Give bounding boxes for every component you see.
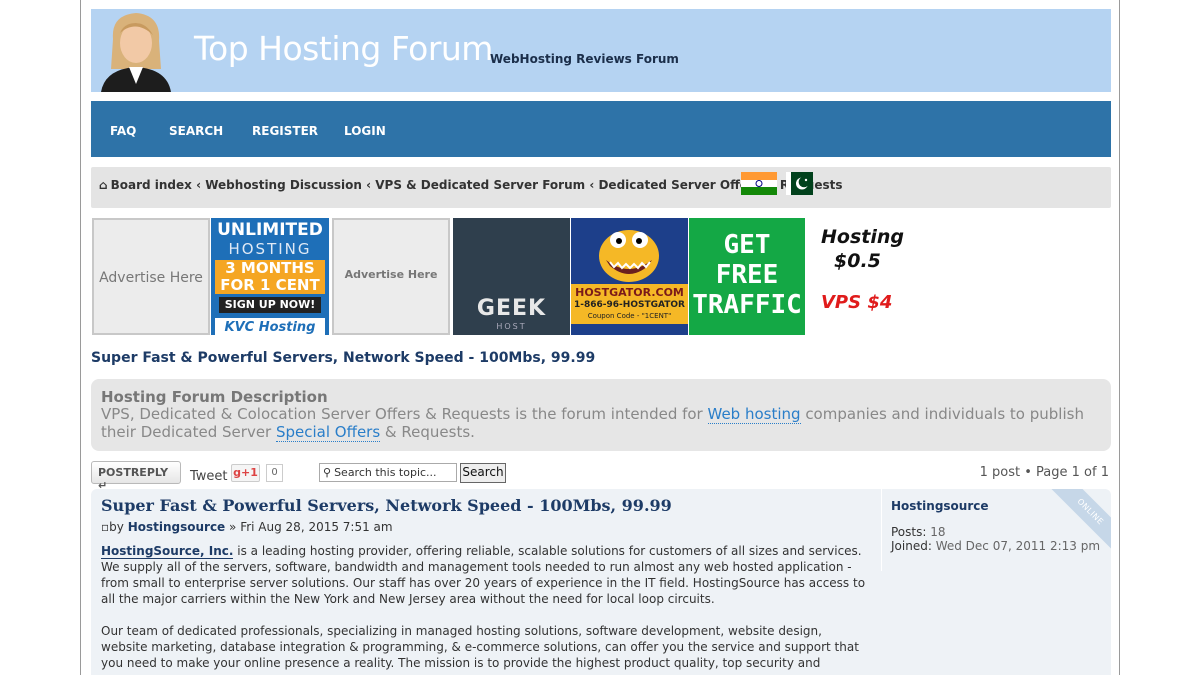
- description-text: VPS, Dedicated & Colocation Server Offer…: [101, 405, 1084, 442]
- nav-register[interactable]: REGISTER: [252, 124, 318, 138]
- site-title[interactable]: Top Hosting Forum: [194, 29, 493, 68]
- site-header: Top Hosting Forum WebHosting Reviews For…: [91, 9, 1111, 92]
- hostgator-ad[interactable]: HOSTGATOR.COM 1-866-96-HOSTGATOR Coupon …: [571, 218, 688, 335]
- cheap-hosting-ad[interactable]: Hosting $0.5 VPS $4: [811, 218, 921, 335]
- post-body: HostingSource, Inc. is a leading hosting…: [101, 544, 866, 670]
- crumb-webhosting-discussion[interactable]: Webhosting Discussion: [205, 178, 362, 192]
- profile-username[interactable]: Hostingsource: [891, 499, 989, 513]
- crumb-vps-dedicated[interactable]: VPS & Dedicated Server Forum: [375, 178, 585, 192]
- search-button[interactable]: Search: [460, 463, 506, 483]
- web-hosting-link[interactable]: Web hosting: [707, 405, 801, 424]
- post-title[interactable]: Super Fast & Powerful Servers, Network S…: [101, 496, 672, 515]
- page-wrapper: Top Hosting Forum WebHosting Reviews For…: [80, 0, 1120, 675]
- nav-search[interactable]: SEARCH: [169, 124, 223, 138]
- home-icon[interactable]: ⌂: [99, 178, 108, 192]
- pakistan-flag-icon[interactable]: [786, 172, 813, 195]
- breadcrumb: ⌂ Board index ‹ Webhosting Discussion ‹ V…: [91, 167, 1111, 208]
- pagination: 1 post • Page 1 of 1: [979, 465, 1109, 480]
- india-flag-icon[interactable]: [741, 172, 777, 195]
- special-offers-link[interactable]: Special Offers: [275, 423, 381, 442]
- site-tagline: WebHosting Reviews Forum: [490, 52, 679, 66]
- free-traffic-ad[interactable]: GET FREE TRAFFIC: [689, 218, 805, 335]
- search-topic-input[interactable]: ⚲ Search this topic...: [319, 463, 457, 482]
- post-date: » Fri Aug 28, 2015 7:51 am: [229, 520, 393, 534]
- advertise-here-ad-1[interactable]: Advertise Here: [92, 218, 210, 335]
- main-nav: FAQ SEARCH REGISTER LOGIN: [91, 101, 1111, 157]
- post-icon[interactable]: ▫: [101, 520, 109, 534]
- gator-mascot-icon: [599, 230, 659, 282]
- advertise-here-ad-2[interactable]: Advertise Here: [332, 218, 450, 335]
- profile-post-count: 18: [930, 525, 946, 539]
- crumb-board-index[interactable]: Board index: [111, 178, 192, 192]
- google-plus-button[interactable]: g+1: [231, 464, 260, 482]
- kvc-hosting-ad[interactable]: UNLIMITED HOSTING 3 MONTHS FOR 1 CENT SI…: [211, 218, 329, 335]
- search-icon: ⚲: [323, 466, 332, 479]
- topic-title[interactable]: Super Fast & Powerful Servers, Network S…: [91, 350, 595, 366]
- nav-login[interactable]: LOGIN: [344, 124, 386, 138]
- profile-joined-date: Wed Dec 07, 2011 2:13 pm: [935, 539, 1101, 553]
- post-author[interactable]: Hostingsource: [128, 520, 226, 534]
- forum-description: Hosting Forum Description VPS, Dedicated…: [91, 379, 1111, 451]
- geek-host-ad[interactable]: GEEK HOST: [453, 218, 570, 335]
- author-profile: Hostingsource Posts: 18 Joined: Wed Dec …: [881, 489, 1111, 571]
- post: Super Fast & Powerful Servers, Network S…: [91, 489, 1111, 675]
- post-meta: ▫by Hostingsource » Fri Aug 28, 2015 7:5…: [101, 520, 393, 534]
- avatar: [91, 9, 181, 92]
- nav-faq[interactable]: FAQ: [110, 124, 136, 138]
- tweet-button[interactable]: Tweet: [190, 469, 228, 484]
- post-reply-button[interactable]: POSTREPLY ↵: [91, 461, 181, 492]
- description-title: Hosting Forum Description: [101, 388, 328, 406]
- company-link[interactable]: HostingSource, Inc.: [101, 544, 234, 559]
- google-plus-count: 0: [266, 464, 283, 482]
